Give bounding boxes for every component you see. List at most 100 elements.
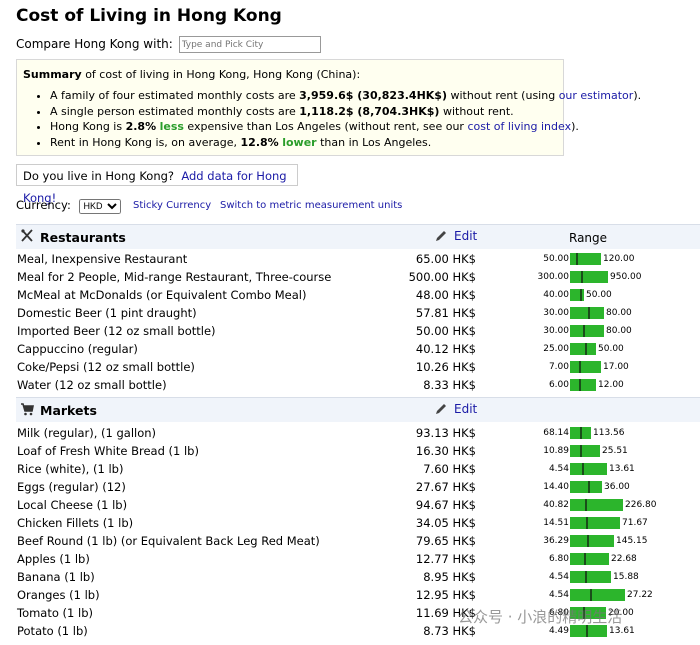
item-price: 57.81 HK$ bbox=[415, 306, 476, 320]
average-marker bbox=[588, 481, 590, 493]
item-name: Meal, Inexpensive Restaurant bbox=[17, 252, 188, 266]
pencil-icon[interactable] bbox=[434, 229, 448, 243]
item-price: 50.00 HK$ bbox=[415, 324, 476, 338]
markets-title: Markets bbox=[40, 403, 97, 418]
item-name: Domestic Beer (1 pint draught) bbox=[17, 306, 197, 320]
range-low: 4.54 bbox=[548, 464, 569, 474]
price-row: Domestic Beer (1 pint draught) 57.81 HK$ 3… bbox=[16, 304, 700, 322]
range-low: 30.00 bbox=[543, 326, 569, 336]
price-row: Rice (white), (1 lb) 7.60 HK$ 4.54 13.61 bbox=[16, 460, 700, 478]
compare-row: Compare Hong Kong with: bbox=[16, 36, 321, 53]
metric-units-link[interactable]: Switch to metric measurement units bbox=[220, 200, 402, 211]
summary-rent: Rent in Hong Kong is, on average, 12.8% … bbox=[50, 135, 641, 151]
average-marker bbox=[581, 271, 583, 283]
range-high: 80.00 bbox=[606, 308, 632, 318]
item-price: 500.00 HK$ bbox=[408, 270, 476, 284]
item-name: Water (12 oz small bottle) bbox=[17, 378, 167, 392]
range-low: 40.82 bbox=[543, 500, 569, 510]
utensils-icon bbox=[21, 229, 33, 242]
price-row: Imported Beer (12 oz small bottle) 50.00 … bbox=[16, 322, 700, 340]
range-high: 13.61 bbox=[609, 464, 635, 474]
price-row: Eggs (regular) (12) 27.67 HK$ 14.40 36.00 bbox=[16, 478, 700, 496]
estimator-link[interactable]: our estimator bbox=[559, 89, 634, 102]
range-low: 50.00 bbox=[543, 254, 569, 264]
average-marker bbox=[585, 499, 587, 511]
item-price: 27.67 HK$ bbox=[415, 480, 476, 494]
markets-edit-link[interactable]: Edit bbox=[454, 402, 477, 416]
range-high: 50.00 bbox=[586, 290, 612, 300]
range-high: 71.67 bbox=[622, 518, 648, 528]
currency-select[interactable]: HKD bbox=[78, 198, 121, 214]
range-high: 22.68 bbox=[611, 554, 637, 564]
item-price: 10.26 HK$ bbox=[415, 360, 476, 374]
range-high: 15.88 bbox=[613, 572, 639, 582]
pencil-icon[interactable] bbox=[434, 402, 448, 416]
summary-box: Summary of cost of living in Hong Kong, … bbox=[16, 59, 641, 156]
range-bar bbox=[570, 499, 623, 511]
range-high: 13.61 bbox=[609, 626, 635, 636]
range-low: 10.89 bbox=[543, 446, 569, 456]
restaurants-edit-link[interactable]: Edit bbox=[454, 229, 477, 243]
price-row: McMeal at McDonalds (or Equivalent Combo… bbox=[16, 286, 700, 304]
item-name: Banana (1 lb) bbox=[17, 570, 95, 584]
range-low: 68.14 bbox=[543, 428, 569, 438]
summary-heading: Summary of cost of living in Hong Kong, … bbox=[23, 68, 361, 81]
currency-row: Currency: HKD bbox=[16, 198, 121, 214]
item-price: 79.65 HK$ bbox=[415, 534, 476, 548]
range-high: 25.51 bbox=[602, 446, 628, 456]
range-bar bbox=[570, 553, 609, 565]
price-row: Meal, Inexpensive Restaurant 65.00 HK$ 50.… bbox=[16, 250, 700, 268]
range-high: 50.00 bbox=[598, 344, 624, 354]
range-low: 7.00 bbox=[548, 362, 569, 372]
range-low: 6.80 bbox=[548, 554, 569, 564]
range-bar bbox=[570, 289, 584, 301]
range-low: 4.49 bbox=[548, 626, 569, 636]
range-bar bbox=[570, 361, 601, 373]
average-marker bbox=[576, 253, 578, 265]
price-row: Coke/Pepsi (12 oz small bottle) 10.26 HK$… bbox=[16, 358, 700, 376]
range-low: 14.40 bbox=[543, 482, 569, 492]
average-marker bbox=[579, 361, 581, 373]
price-row: Milk (regular), (1 gallon) 93.13 HK$ 68.14… bbox=[16, 424, 700, 442]
summary-list: A family of four estimated monthly costs… bbox=[17, 88, 641, 150]
range-low: 300.00 bbox=[537, 272, 570, 282]
cost-index-link[interactable]: cost of living index bbox=[467, 120, 571, 133]
range-low: 36.29 bbox=[543, 536, 569, 546]
range-high: 80.00 bbox=[606, 326, 632, 336]
range-low: 14.51 bbox=[543, 518, 569, 528]
price-row: Water (12 oz small bottle) 8.33 HK$ 6.00 12… bbox=[16, 376, 700, 394]
item-price: 94.67 HK$ bbox=[415, 498, 476, 512]
item-price: 8.95 HK$ bbox=[423, 570, 476, 584]
item-price: 8.33 HK$ bbox=[423, 378, 476, 392]
range-bar bbox=[570, 379, 596, 391]
average-marker bbox=[590, 589, 592, 601]
range-high: 12.00 bbox=[598, 380, 624, 390]
range-bar bbox=[570, 571, 611, 583]
item-name: Beef Round (1 lb) (or Equivalent Back Le… bbox=[17, 534, 320, 548]
summary-index: Hong Kong is 2.8% less expensive than Lo… bbox=[50, 119, 641, 135]
item-name: Coke/Pepsi (12 oz small bottle) bbox=[17, 360, 195, 374]
item-name: Chicken Fillets (1 lb) bbox=[17, 516, 134, 530]
compare-label: Compare Hong Kong with: bbox=[16, 37, 173, 51]
city-search-input[interactable] bbox=[178, 36, 321, 53]
item-name: Loaf of Fresh White Bread (1 lb) bbox=[17, 444, 199, 458]
restaurants-header: Restaurants Edit Range bbox=[16, 224, 700, 249]
range-low: 40.00 bbox=[543, 290, 569, 300]
item-name: Potato (1 lb) bbox=[17, 624, 88, 638]
range-bar bbox=[570, 427, 591, 439]
sticky-currency-link[interactable]: Sticky Currency bbox=[133, 200, 211, 211]
range-bar bbox=[570, 463, 607, 475]
average-marker bbox=[586, 517, 588, 529]
range-high: 145.15 bbox=[616, 536, 648, 546]
price-row: Banana (1 lb) 8.95 HK$ 4.54 15.88 bbox=[16, 568, 700, 586]
item-name: Oranges (1 lb) bbox=[17, 588, 100, 602]
restaurants-title: Restaurants bbox=[40, 230, 126, 245]
price-row: Meal for 2 People, Mid-range Restaurant,… bbox=[16, 268, 700, 286]
range-header: Range bbox=[569, 231, 608, 245]
range-high: 226.80 bbox=[625, 500, 657, 510]
markets-header: Markets Edit bbox=[16, 397, 700, 422]
item-price: 40.12 HK$ bbox=[415, 342, 476, 356]
item-name: Tomato (1 lb) bbox=[17, 606, 93, 620]
item-name: Rice (white), (1 lb) bbox=[17, 462, 124, 476]
item-price: 12.95 HK$ bbox=[415, 588, 476, 602]
